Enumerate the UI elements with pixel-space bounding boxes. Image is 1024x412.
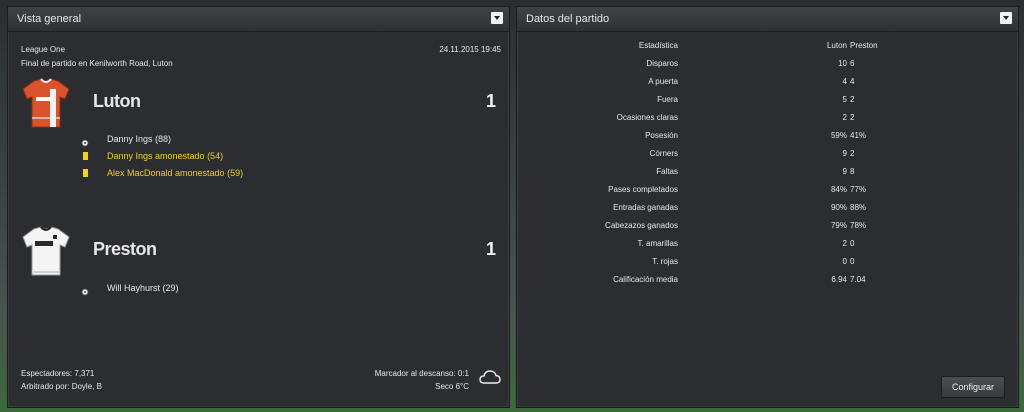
- stats-home-value: 5: [842, 95, 847, 104]
- stats-label: Entradas ganadas: [613, 203, 678, 212]
- stats-label: Posesión: [645, 131, 678, 140]
- cloud-icon: [479, 369, 501, 385]
- match-stats-panel-menu-button[interactable]: [1000, 12, 1012, 24]
- stats-row: T. amarillas 2 0: [517, 239, 1018, 257]
- stats-home-value: 59%: [830, 131, 847, 140]
- stats-row: Calificación media 6.94 7.04: [517, 275, 1018, 293]
- stats-away-value: 2: [850, 149, 855, 158]
- stats-away-value: 2: [850, 95, 855, 104]
- match-datetime: 24.11.2015 19:45: [439, 45, 501, 54]
- stats-away-value: 6: [850, 59, 855, 68]
- stats-label: T. rojas: [652, 257, 678, 266]
- competition-name: League One: [21, 45, 66, 54]
- match-stats-panel-title: Datos del partido: [526, 13, 610, 25]
- stats-row: Córners 9 2: [517, 149, 1018, 167]
- stats-header-away: Preston: [850, 41, 878, 50]
- stats-label: Pases completados: [608, 185, 678, 194]
- away-team-name[interactable]: Preston: [93, 239, 157, 260]
- stats-away-value: 7.04: [850, 275, 866, 284]
- stats-home-value: 9: [842, 167, 847, 176]
- overview-panel: Vista general League One 24.11.2015 19:4…: [7, 6, 510, 408]
- stats-label: Ocasiones claras: [616, 113, 678, 122]
- stats-home-value: 79%: [830, 221, 847, 230]
- stats-label: Cabezazos ganados: [605, 221, 678, 230]
- stats-label: Fuera: [657, 95, 678, 104]
- stats-away-value: 77%: [850, 185, 867, 194]
- stats-away-value: 0: [850, 257, 855, 266]
- overview-panel-header: Vista general: [8, 7, 509, 32]
- ball-icon: [81, 134, 89, 147]
- home-event-booking[interactable]: Danny Ings amonestado (54): [107, 151, 223, 161]
- stats-header-home: Luton: [826, 41, 847, 50]
- home-team-score: 1: [485, 91, 496, 111]
- home-event-goal[interactable]: Danny Ings (88): [107, 134, 171, 144]
- overview-panel-menu-button[interactable]: [491, 12, 503, 24]
- weather-text: Seco 6°C: [435, 382, 469, 391]
- stats-row: A puerta 4 4: [517, 77, 1018, 95]
- yellow-card-icon: [83, 169, 88, 177]
- overview-panel-title: Vista general: [17, 13, 82, 25]
- stats-away-value: 8: [850, 167, 855, 176]
- stats-row: Entradas ganadas 90% 88%: [517, 203, 1018, 221]
- stats-away-value: 78%: [850, 221, 867, 230]
- stats-away-value: 4: [850, 77, 855, 86]
- stats-row: Cabezazos ganados 79% 78%: [517, 221, 1018, 239]
- stats-header-row: Estadística Luton Preston: [517, 41, 1018, 59]
- stats-home-value: 2: [842, 239, 847, 248]
- stats-home-value: 4: [842, 77, 847, 86]
- stats-away-value: 0: [850, 239, 855, 248]
- stats-home-value: 2: [842, 113, 847, 122]
- stats-away-value: 41%: [850, 131, 867, 140]
- luton-kit-icon: [20, 77, 72, 129]
- stats-label: Córners: [649, 149, 678, 158]
- stats-row: Disparos 10 6: [517, 59, 1018, 77]
- stats-row: T. rojas 0 0: [517, 257, 1018, 275]
- stats-row: Faltas 9 8: [517, 167, 1018, 185]
- stats-label: Faltas: [656, 167, 678, 176]
- match-venue: Final de partido en Kenilworth Road, Lut…: [21, 59, 173, 68]
- preston-kit-icon: [20, 225, 72, 277]
- stats-away-value: 88%: [850, 203, 867, 212]
- stats-home-value: 9: [842, 149, 847, 158]
- stats-row: Fuera 5 2: [517, 95, 1018, 113]
- away-team-score: 1: [485, 239, 496, 259]
- referee: Arbitrado por: Doyle, B: [21, 382, 102, 391]
- stats-row: Pases completados 84% 77%: [517, 185, 1018, 203]
- stats-home-value: 10: [838, 59, 847, 68]
- away-event-goal[interactable]: Will Hayhurst (29): [107, 283, 179, 293]
- stats-home-value: 90%: [830, 203, 847, 212]
- stats-row: Posesión 59% 41%: [517, 131, 1018, 149]
- match-stats-panel: Datos del partido Estadística Luton Pres…: [516, 6, 1019, 408]
- match-stats-panel-header: Datos del partido: [517, 7, 1018, 32]
- yellow-card-icon: [83, 152, 88, 160]
- stats-label: A puerta: [648, 77, 678, 86]
- attendance: Espectadores: 7,371: [21, 369, 95, 378]
- stats-home-value: 84%: [830, 185, 847, 194]
- stats-home-value: 0: [842, 257, 847, 266]
- home-event-booking[interactable]: Alex MacDonald amonestado (59): [107, 168, 243, 178]
- halftime-score: Marcador al descanso: 0:1: [374, 369, 469, 378]
- home-team-name[interactable]: Luton: [93, 91, 141, 112]
- stats-label: T. amarillas: [637, 239, 678, 248]
- configure-button[interactable]: Configurar: [941, 376, 1005, 398]
- stats-label: Disparos: [646, 59, 678, 68]
- stats-label: Calificación media: [613, 275, 678, 284]
- stats-header-label: Estadística: [638, 41, 678, 50]
- ball-icon: [81, 283, 89, 296]
- stats-row: Ocasiones claras 2 2: [517, 113, 1018, 131]
- stats-away-value: 2: [850, 113, 855, 122]
- stats-home-value: 6.94: [831, 275, 847, 284]
